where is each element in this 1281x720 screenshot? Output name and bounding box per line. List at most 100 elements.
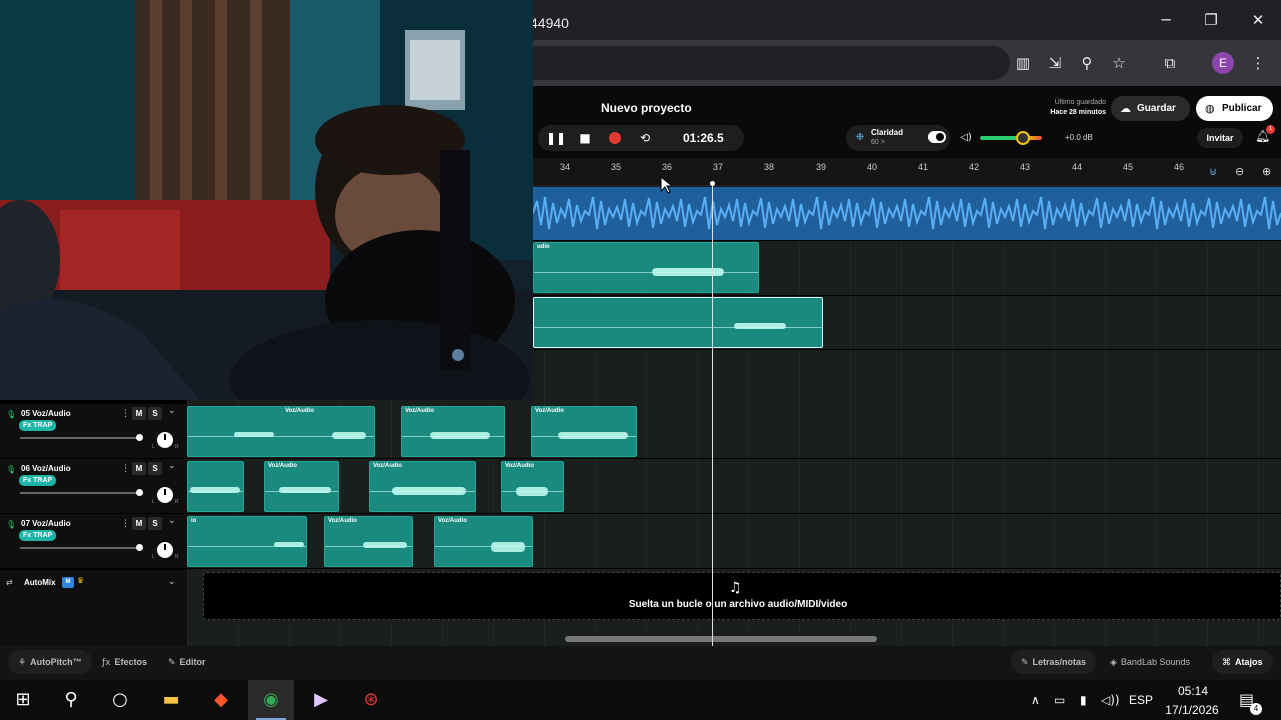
- automix-label[interactable]: AutoMix: [24, 578, 56, 587]
- chevron-down-icon[interactable]: ⌄: [168, 516, 176, 526]
- browser-menu-icon[interactable]: ⋮: [1247, 52, 1269, 74]
- shortcuts-button[interactable]: ⌘ Atajos: [1212, 650, 1273, 674]
- minimize-icon[interactable]: ─: [1154, 8, 1178, 32]
- zoom-icon[interactable]: ⚲: [1076, 52, 1098, 74]
- task-view-icon[interactable]: ○: [97, 680, 143, 720]
- close-icon[interactable]: ✕: [1246, 8, 1270, 32]
- obs-record-icon[interactable]: ⊛: [348, 680, 394, 720]
- taskbar-clock-date[interactable]: 17/1/2026: [1160, 703, 1224, 717]
- audio-clip[interactable]: Voz/Audio: [264, 461, 339, 512]
- drop-zone[interactable]: [203, 572, 1281, 620]
- add-music-icon[interactable]: ♫: [729, 580, 742, 596]
- file-explorer-icon[interactable]: ▬: [148, 680, 194, 720]
- stop-icon[interactable]: ■: [576, 129, 594, 147]
- chevron-down-icon[interactable]: ⌄: [168, 406, 176, 416]
- tray-app-icon[interactable]: ▭: [1054, 693, 1065, 707]
- audio-clip[interactable]: Voz/Audio: [187, 406, 375, 457]
- track-header-05[interactable]: 🎙︎ 05 Voz/Audio Fx TRAP ⋮ M S ⌄ L R: [0, 404, 187, 459]
- claridad-toggle[interactable]: [928, 131, 946, 143]
- chrome-icon[interactable]: ◉: [248, 680, 294, 720]
- audio-clip[interactable]: Voz/Audio: [434, 516, 533, 567]
- chevron-down-icon[interactable]: ⌄: [168, 577, 176, 587]
- chevron-down-icon[interactable]: ⌄: [168, 461, 176, 471]
- volume-icon[interactable]: ◁)): [1101, 693, 1120, 707]
- windows-start-icon[interactable]: ⊞: [0, 680, 46, 720]
- master-volume-knob[interactable]: [1016, 131, 1030, 145]
- fx-tag[interactable]: Fx TRAP: [19, 420, 57, 431]
- fx-tag[interactable]: Fx TRAP: [19, 530, 57, 541]
- lyrics-button[interactable]: ✎ Letras/notas: [1011, 650, 1097, 674]
- audio-clip[interactable]: Voz/Audio: [501, 461, 564, 512]
- mute-button[interactable]: M: [132, 407, 146, 420]
- pan-knob[interactable]: [157, 487, 173, 503]
- track-menu-icon[interactable]: ⋮: [121, 518, 130, 529]
- track-volume-knob[interactable]: [136, 489, 143, 496]
- track-header-06[interactable]: 🎙︎ 06 Voz/Audio Fx TRAP ⋮ M S ⌄ L R: [0, 459, 187, 514]
- record-button[interactable]: [609, 132, 621, 144]
- track-name[interactable]: 06 Voz/Audio: [21, 464, 71, 473]
- audio-clip[interactable]: udio: [533, 242, 759, 293]
- bookmark-star-icon[interactable]: ☆: [1108, 52, 1130, 74]
- language-indicator[interactable]: ESP: [1129, 693, 1153, 707]
- track-volume-slider[interactable]: [20, 547, 140, 549]
- track-header-07[interactable]: 🎙︎ 07 Voz/Audio Fx TRAP ⋮ M S ⌄ L R: [0, 514, 187, 569]
- editor-button[interactable]: ✎ Editor: [168, 650, 206, 674]
- audio-clip[interactable]: Voz/Audio: [369, 461, 476, 512]
- track-volume-knob[interactable]: [136, 544, 143, 551]
- loop-icon[interactable]: ⟲: [636, 129, 654, 147]
- publish-button[interactable]: ◍ Publicar: [1196, 96, 1273, 121]
- track-name[interactable]: 05 Voz/Audio: [21, 409, 71, 418]
- track-volume-knob[interactable]: [136, 434, 143, 441]
- tray-usb-icon[interactable]: ▮: [1080, 693, 1087, 707]
- solo-button[interactable]: S: [148, 407, 162, 420]
- search-icon[interactable]: ⚲: [48, 680, 94, 720]
- extensions-icon[interactable]: ⧉: [1159, 52, 1181, 74]
- taskbar-clock-time[interactable]: 05:14: [1166, 684, 1220, 698]
- solo-button[interactable]: S: [148, 462, 162, 475]
- audio-clip[interactable]: Voz/Audio: [324, 516, 413, 567]
- solo-button[interactable]: S: [148, 517, 162, 530]
- media-player-icon[interactable]: ▶: [298, 680, 344, 720]
- track-menu-icon[interactable]: ⋮: [121, 408, 130, 419]
- restore-icon[interactable]: ❐: [1199, 8, 1223, 32]
- mute-button[interactable]: M: [132, 462, 146, 475]
- install-app-icon[interactable]: ⇲: [1044, 52, 1066, 74]
- master-volume-slider[interactable]: [980, 136, 1042, 140]
- pan-knob[interactable]: [157, 432, 173, 448]
- audio-clip-selected[interactable]: [533, 297, 823, 348]
- timeline-ruler[interactable]: [533, 158, 1281, 186]
- track-name[interactable]: 07 Voz/Audio: [21, 519, 71, 528]
- save-button[interactable]: ☁ Guardar: [1111, 96, 1190, 121]
- effects-button[interactable]: ƒx Efectos: [102, 650, 147, 674]
- audio-clip[interactable]: Voz/Audio: [531, 406, 637, 457]
- snap-magnet-icon[interactable]: ⊍: [1209, 165, 1217, 178]
- pause-icon[interactable]: ❚❚: [546, 129, 566, 147]
- address-bar[interactable]: [520, 46, 1010, 80]
- address-url[interactable]: 44940: [530, 15, 569, 31]
- audio-clip[interactable]: [187, 461, 244, 512]
- autopitch-button[interactable]: ⚘ AutoPitch™: [8, 650, 92, 674]
- speaker-icon[interactable]: ◁): [957, 129, 975, 147]
- audio-clip[interactable]: Voz/Audio: [401, 406, 505, 457]
- invite-button[interactable]: Invitar: [1197, 128, 1243, 148]
- profile-avatar[interactable]: E: [1212, 52, 1234, 74]
- project-title[interactable]: Nuevo proyecto: [601, 101, 692, 115]
- playhead-handle[interactable]: [710, 181, 715, 186]
- zoom-in-icon[interactable]: ⊕: [1262, 165, 1271, 178]
- bandlab-sounds-button[interactable]: ◈ BandLab Sounds: [1110, 650, 1190, 674]
- reading-mode-icon[interactable]: ▥: [1012, 52, 1034, 74]
- horizontal-scrollbar[interactable]: [565, 636, 877, 642]
- playhead[interactable]: [712, 184, 713, 646]
- claridad-value[interactable]: 60 >: [871, 139, 885, 146]
- brave-browser-icon[interactable]: ◆: [198, 680, 244, 720]
- track-volume-slider[interactable]: [20, 437, 140, 439]
- zoom-out-icon[interactable]: ⊖: [1235, 165, 1244, 178]
- pan-knob[interactable]: [157, 542, 173, 558]
- fx-tag[interactable]: Fx TRAP: [19, 475, 57, 486]
- tray-chevron-up-icon[interactable]: ∧: [1031, 693, 1040, 707]
- mute-button[interactable]: M: [132, 517, 146, 530]
- audio-clip[interactable]: io: [187, 516, 307, 567]
- track-menu-icon[interactable]: ⋮: [121, 463, 130, 474]
- track-volume-slider[interactable]: [20, 492, 140, 494]
- beat-track-region[interactable]: [532, 187, 1281, 240]
